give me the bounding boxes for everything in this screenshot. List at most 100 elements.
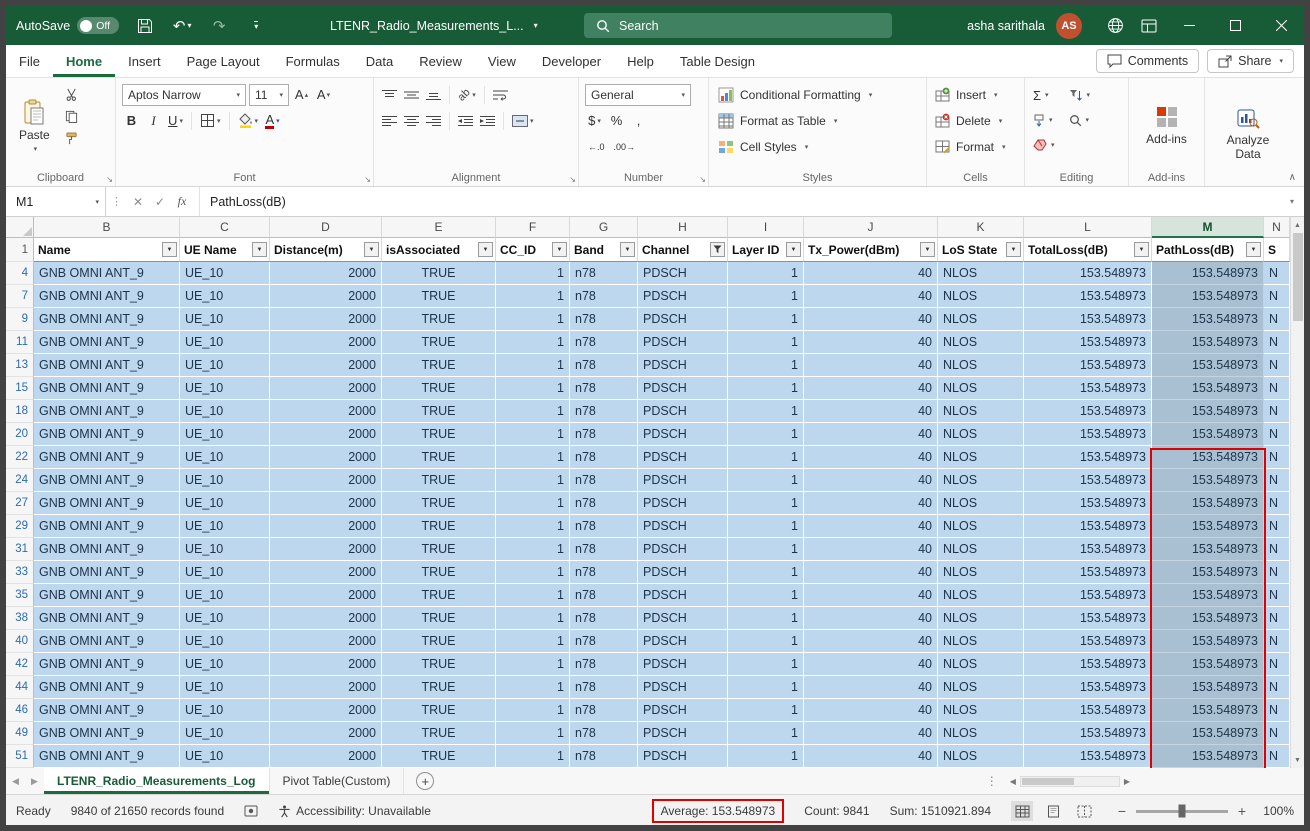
cell[interactable]: n78 [570, 561, 638, 584]
vertical-scrollbar[interactable]: ▲ ▼ [1290, 217, 1304, 768]
cell[interactable]: n78 [570, 722, 638, 745]
cell[interactable]: 1 [496, 607, 570, 630]
cell[interactable]: 40 [804, 423, 938, 446]
row-number[interactable]: 9 [6, 308, 34, 331]
find-select-button[interactable]: ▾ [1067, 109, 1093, 131]
cell[interactable]: 40 [804, 331, 938, 354]
align-bottom-button[interactable] [424, 85, 443, 105]
filter-dropdown-button[interactable]: ▼ [162, 242, 177, 257]
cell[interactable]: PDSCH [638, 653, 728, 676]
cell[interactable]: 40 [804, 561, 938, 584]
cell[interactable]: NLOS [938, 331, 1024, 354]
filter-dropdown-button[interactable]: ▼ [364, 242, 379, 257]
cell[interactable]: NLOS [938, 745, 1024, 768]
row-number[interactable]: 35 [6, 584, 34, 607]
cell[interactable]: 40 [804, 722, 938, 745]
cell[interactable]: TRUE [382, 561, 496, 584]
cell[interactable]: UE_10 [180, 745, 270, 768]
cell[interactable]: 1 [496, 423, 570, 446]
row-number[interactable]: 46 [6, 699, 34, 722]
wrap-text-button[interactable] [491, 85, 510, 105]
cell[interactable]: 153.548973 [1024, 722, 1152, 745]
cell[interactable]: 1 [496, 446, 570, 469]
tab-formulas[interactable]: Formulas [273, 45, 353, 77]
status-count[interactable]: Count: 9841 [804, 804, 869, 818]
cell[interactable]: n78 [570, 262, 638, 285]
cell[interactable]: GNB OMNI ANT_9 [34, 745, 180, 768]
cell[interactable]: PDSCH [638, 400, 728, 423]
font-name-select[interactable]: Aptos Narrow▾ [122, 84, 246, 106]
row-number[interactable]: 27 [6, 492, 34, 515]
user-name[interactable]: asha sarithala [967, 19, 1045, 33]
row-number[interactable]: 24 [6, 469, 34, 492]
cell[interactable]: TRUE [382, 377, 496, 400]
italic-button[interactable]: I [144, 111, 163, 131]
macro-record-icon[interactable] [244, 805, 258, 817]
cell[interactable]: n78 [570, 423, 638, 446]
cell[interactable]: 1 [496, 285, 570, 308]
align-middle-button[interactable] [402, 85, 421, 105]
insert-function-icon[interactable]: fx [171, 194, 193, 209]
cell[interactable]: 153.548973 [1024, 538, 1152, 561]
cell[interactable]: PDSCH [638, 377, 728, 400]
cell[interactable]: PDSCH [638, 308, 728, 331]
cell[interactable]: 2000 [270, 722, 382, 745]
cell[interactable]: PDSCH [638, 607, 728, 630]
cell[interactable]: GNB OMNI ANT_9 [34, 400, 180, 423]
cell[interactable]: 1 [496, 584, 570, 607]
horizontal-scroll-thumb[interactable] [1022, 778, 1074, 785]
cell[interactable]: UE_10 [180, 722, 270, 745]
cell[interactable]: N [1264, 400, 1290, 423]
cell[interactable]: 40 [804, 630, 938, 653]
column-header-D[interactable]: D [270, 217, 382, 238]
cell[interactable]: 2000 [270, 446, 382, 469]
cell[interactable]: UE_10 [180, 630, 270, 653]
cell[interactable]: PDSCH [638, 354, 728, 377]
filter-dropdown-button[interactable]: ▼ [786, 242, 801, 257]
cell[interactable]: UE_10 [180, 377, 270, 400]
cell[interactable]: n78 [570, 538, 638, 561]
cell[interactable]: NLOS [938, 469, 1024, 492]
cell[interactable]: 153.548973 [1152, 400, 1264, 423]
cell[interactable]: 1 [496, 676, 570, 699]
cell[interactable]: GNB OMNI ANT_9 [34, 561, 180, 584]
underline-button[interactable]: U▾ [166, 111, 185, 131]
document-title[interactable]: LTENR_Radio_Measurements_L... ▾ [330, 6, 538, 45]
cell[interactable]: NLOS [938, 722, 1024, 745]
cell[interactable]: 153.548973 [1152, 561, 1264, 584]
cell[interactable]: 153.548973 [1152, 676, 1264, 699]
borders-button[interactable]: ▾ [198, 111, 223, 131]
cell[interactable]: PDSCH [638, 446, 728, 469]
cell[interactable]: 2000 [270, 676, 382, 699]
cell[interactable]: 153.548973 [1152, 722, 1264, 745]
cell[interactable]: GNB OMNI ANT_9 [34, 308, 180, 331]
cell[interactable]: N [1264, 423, 1290, 446]
cell[interactable]: GNB OMNI ANT_9 [34, 446, 180, 469]
cell[interactable]: 2000 [270, 331, 382, 354]
cell[interactable]: 1 [496, 308, 570, 331]
share-button[interactable]: Share▾ [1207, 49, 1294, 73]
cell[interactable]: 1 [728, 607, 804, 630]
cell[interactable]: 1 [728, 469, 804, 492]
cell[interactable]: N [1264, 262, 1290, 285]
cell[interactable]: 2000 [270, 538, 382, 561]
horizontal-scroll-track[interactable] [1020, 776, 1120, 787]
cell[interactable]: 1 [728, 676, 804, 699]
cell[interactable]: 1 [496, 561, 570, 584]
cell[interactable]: 153.548973 [1152, 745, 1264, 768]
row-number[interactable]: 15 [6, 377, 34, 400]
cell[interactable]: PDSCH [638, 699, 728, 722]
row-number[interactable]: 20 [6, 423, 34, 446]
zoom-level[interactable]: 100% [1256, 804, 1294, 818]
cell[interactable]: TRUE [382, 676, 496, 699]
cell[interactable]: 153.548973 [1152, 492, 1264, 515]
filter-dropdown-button[interactable]: ▼ [920, 242, 935, 257]
cell[interactable]: n78 [570, 584, 638, 607]
column-header-C[interactable]: C [180, 217, 270, 238]
cell[interactable]: 153.548973 [1024, 492, 1152, 515]
cell[interactable]: n78 [570, 515, 638, 538]
conditional-formatting-button[interactable]: Conditional Formatting▾ [715, 82, 920, 107]
cell[interactable]: UE_10 [180, 400, 270, 423]
cell[interactable]: NLOS [938, 308, 1024, 331]
column-header-M[interactable]: M [1152, 217, 1264, 238]
